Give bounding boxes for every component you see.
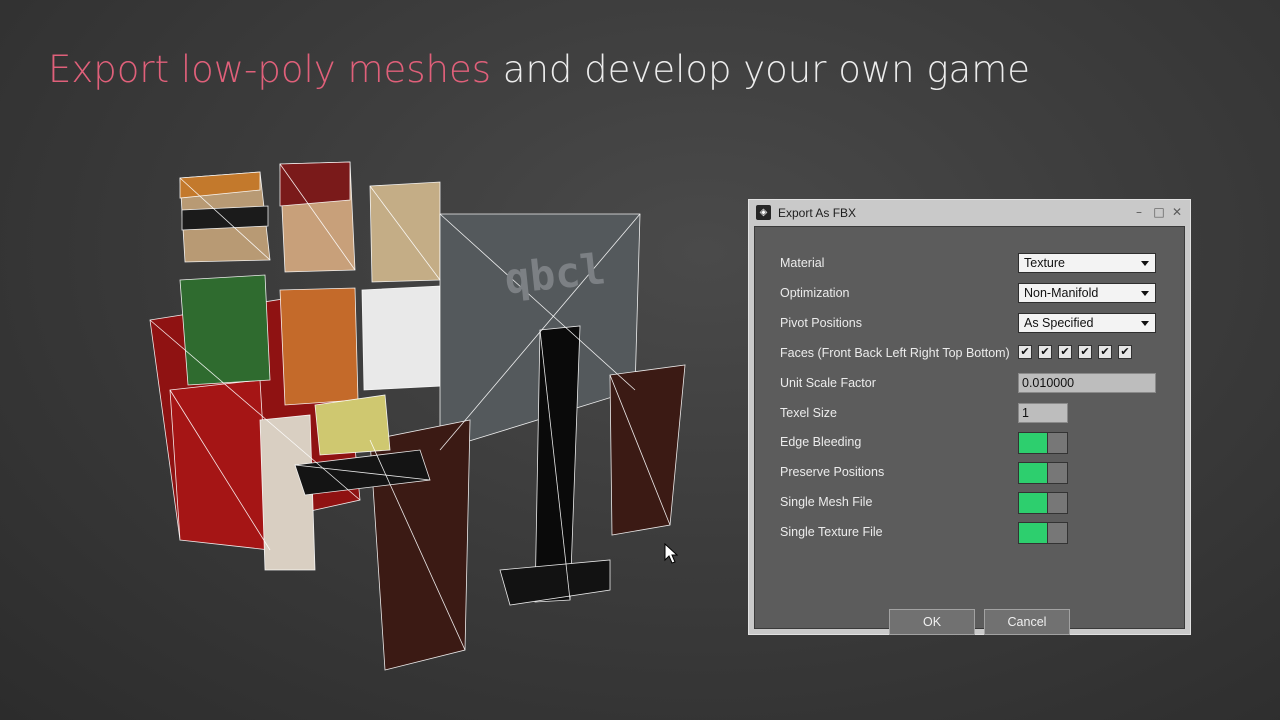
pivot-select[interactable]: As Specified [1018, 313, 1156, 333]
character-right-head [369, 181, 441, 283]
edge-bleeding-toggle[interactable] [1018, 432, 1068, 454]
dialog-titlebar[interactable]: ◈ Export As FBX – □ ✕ [749, 200, 1190, 226]
close-icon[interactable]: ✕ [1168, 203, 1186, 221]
single-mesh-label: Single Mesh File [780, 495, 873, 509]
monitor-base [499, 559, 611, 606]
speaker-right [609, 364, 686, 536]
row-single-texture: Single Texture File [780, 522, 1159, 544]
ok-button[interactable]: OK [889, 609, 975, 635]
chevron-down-icon [1141, 261, 1149, 266]
face-bottom-checkbox[interactable]: ✔ [1118, 345, 1132, 359]
game-box [314, 394, 391, 456]
pivot-value: As Specified [1024, 316, 1094, 330]
dialog-title: Export As FBX [778, 206, 857, 220]
row-preserve-positions: Preserve Positions [780, 462, 1159, 484]
mouse-cursor-icon [664, 543, 678, 564]
page-headline: Export low-poly meshes and develop your … [48, 48, 1030, 91]
maximize-icon[interactable]: □ [1150, 203, 1168, 221]
preserve-positions-toggle[interactable] [1018, 462, 1068, 484]
minimize-icon[interactable]: – [1130, 203, 1148, 221]
faces-label: Faces (Front Back Left Right Top Bottom) [780, 346, 1010, 360]
row-texel-size: Texel Size 1 [780, 403, 1159, 425]
edge-bleeding-label: Edge Bleeding [780, 435, 862, 449]
monitor-stand [534, 325, 581, 603]
headline-rest: and develop your own game [491, 48, 1031, 91]
material-label: Material [780, 256, 825, 270]
character-mid-hair [279, 161, 351, 207]
character-left-glasses [181, 205, 269, 231]
sofa-front [169, 379, 271, 551]
face-top-checkbox[interactable]: ✔ [1098, 345, 1112, 359]
row-optimization: Optimization Non-Manifold [780, 283, 1159, 305]
character-right-shirt [361, 285, 443, 391]
face-left-checkbox[interactable]: ✔ [1058, 345, 1072, 359]
row-faces: Faces (Front Back Left Right Top Bottom)… [780, 343, 1159, 365]
single-mesh-toggle[interactable] [1018, 492, 1068, 514]
face-front-checkbox[interactable]: ✔ [1018, 345, 1032, 359]
wireframe-scene: qbcl [149, 161, 686, 671]
optimization-select[interactable]: Non-Manifold [1018, 283, 1156, 303]
face-back-checkbox[interactable]: ✔ [1038, 345, 1052, 359]
headline-accent: Export low-poly meshes [48, 48, 492, 91]
optimization-label: Optimization [780, 286, 850, 300]
character-mid-shirt [279, 287, 359, 406]
row-single-mesh: Single Mesh File [780, 492, 1159, 514]
row-material: Material Texture [780, 253, 1159, 275]
optimization-value: Non-Manifold [1024, 286, 1099, 300]
unit-scale-label: Unit Scale Factor [780, 376, 876, 390]
row-edge-bleeding: Edge Bleeding [780, 432, 1159, 454]
row-unit-scale: Unit Scale Factor 0.010000 [780, 373, 1159, 395]
preserve-positions-label: Preserve Positions [780, 465, 885, 479]
single-texture-label: Single Texture File [780, 525, 883, 539]
material-select[interactable]: Texture [1018, 253, 1156, 273]
material-value: Texture [1024, 256, 1065, 270]
chevron-down-icon [1141, 321, 1149, 326]
chevron-down-icon [1141, 291, 1149, 296]
cancel-button[interactable]: Cancel [984, 609, 1070, 635]
row-pivot: Pivot Positions As Specified [780, 313, 1159, 335]
export-fbx-dialog: ◈ Export As FBX – □ ✕ Material Texture O… [748, 199, 1191, 635]
app-logo-icon: ◈ [756, 205, 771, 220]
single-texture-toggle[interactable] [1018, 522, 1068, 544]
texel-size-label: Texel Size [780, 406, 837, 420]
unit-scale-input[interactable]: 0.010000 [1018, 373, 1156, 393]
face-right-checkbox[interactable]: ✔ [1078, 345, 1092, 359]
dialog-body: Material Texture Optimization Non-Manifo… [754, 226, 1185, 635]
pivot-label: Pivot Positions [780, 316, 862, 330]
character-left-shirt [179, 274, 271, 386]
texel-size-input[interactable]: 1 [1018, 403, 1068, 423]
